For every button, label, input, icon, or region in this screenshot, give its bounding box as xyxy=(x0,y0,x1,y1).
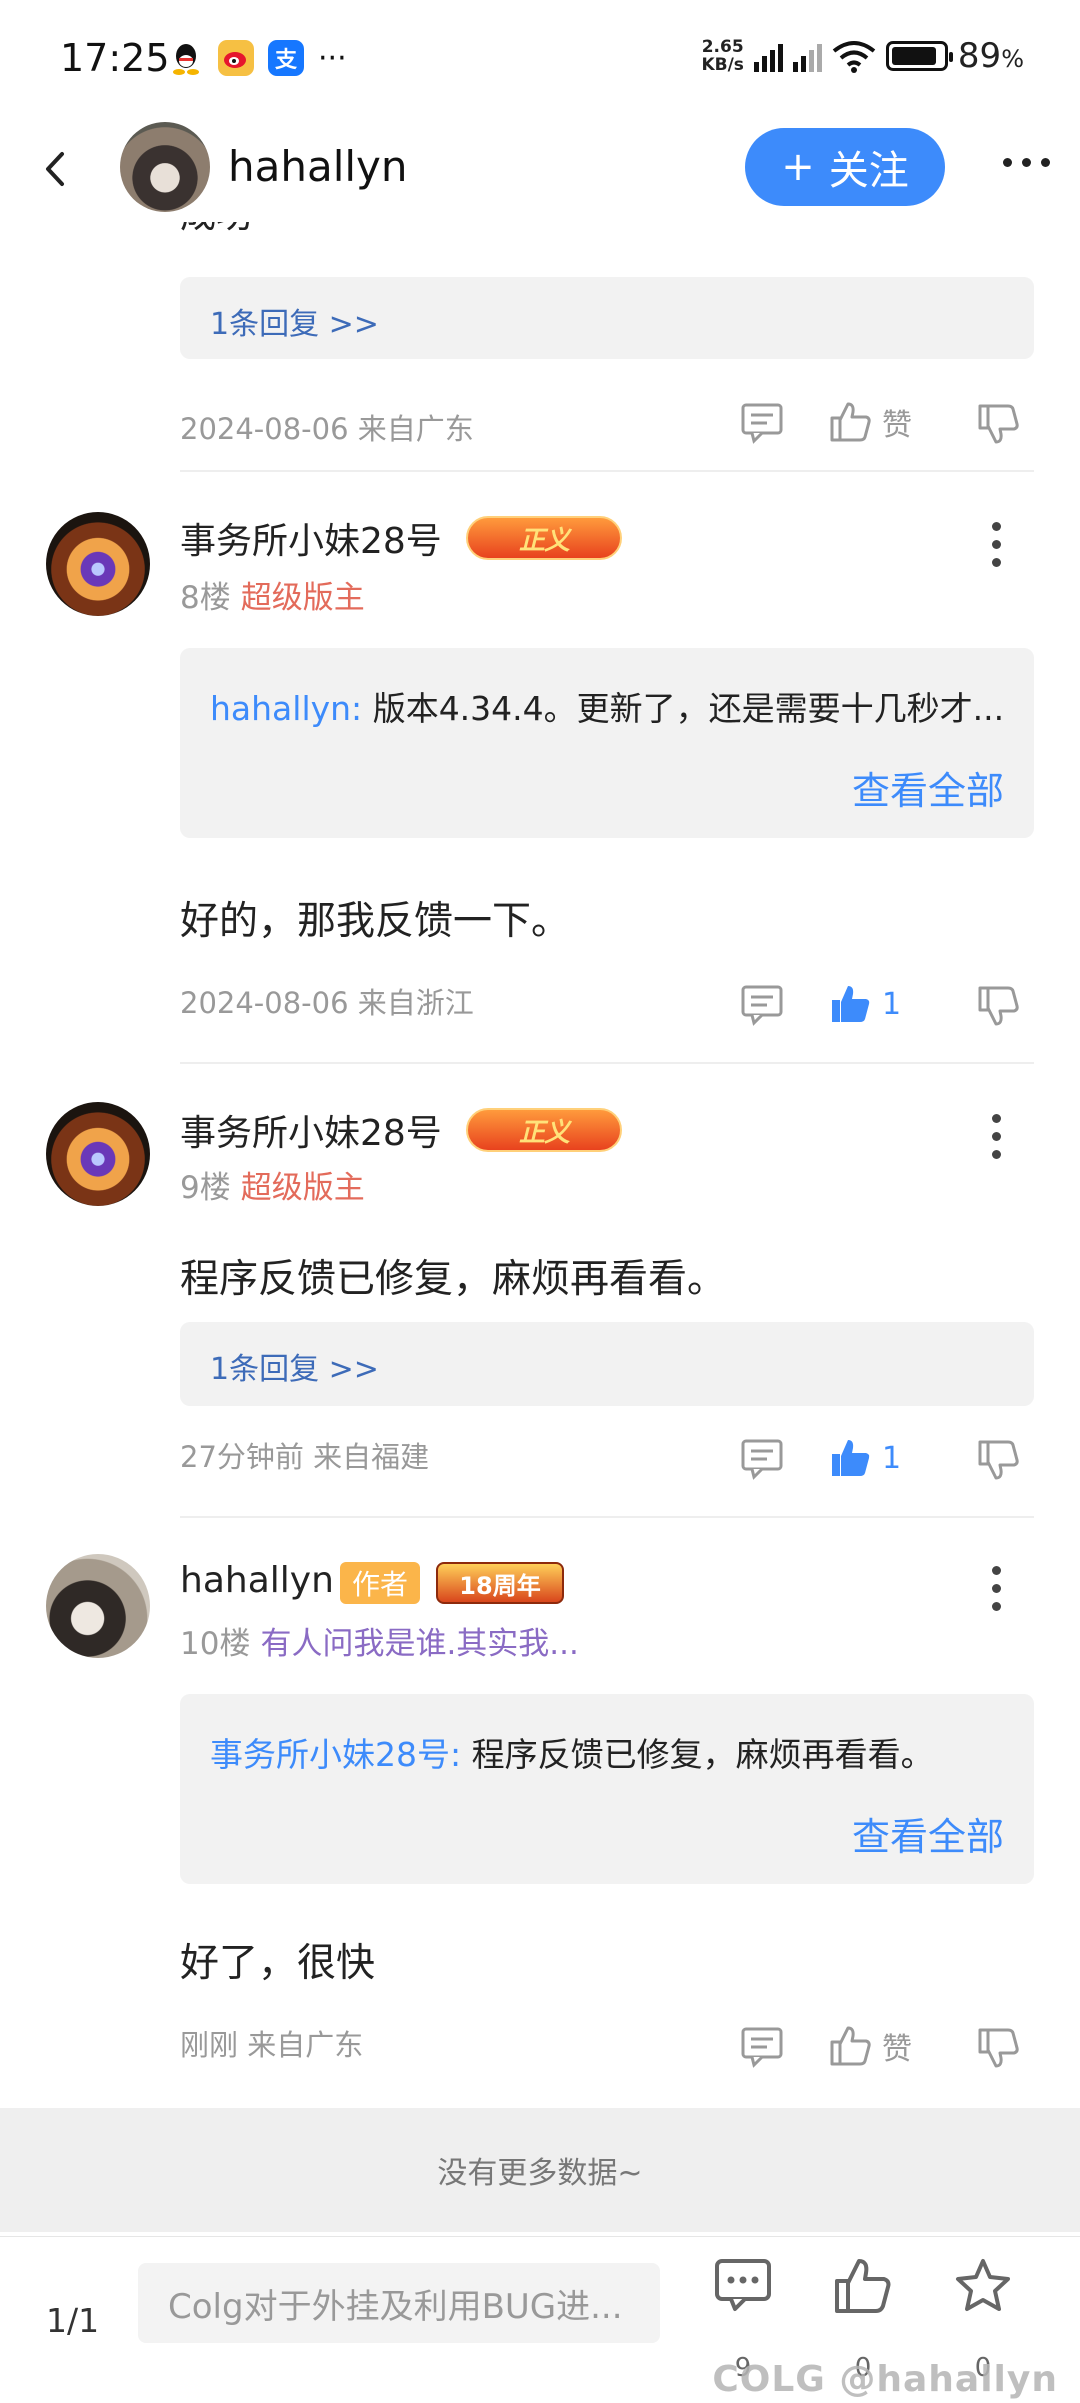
thumbs-down-icon xyxy=(978,2028,1019,2068)
thumbs-up-icon xyxy=(830,2026,871,2066)
net-speed: 2.65 KB/s xyxy=(701,37,744,75)
comment-icon[interactable] xyxy=(740,1438,784,1480)
avatar[interactable] xyxy=(46,1554,150,1658)
quote-box[interactable]: 事务所小妹28号: 程序反馈已修复，麻烦再看看。 查看全部 xyxy=(180,1694,1034,1884)
signal-icon xyxy=(753,40,783,72)
floor-info: 9楼 超级版主 xyxy=(180,1170,365,1206)
reply-count-link[interactable]: 1条回复 >> xyxy=(210,299,379,343)
dislike-button[interactable] xyxy=(976,984,1020,1028)
anniversary-badge: 18周年 xyxy=(436,1562,564,1604)
top-header: hahallyn + 关注 xyxy=(0,118,1080,222)
quote-text: 版本4.34.4。更新了，还是需要十几秒才... xyxy=(372,689,1005,728)
kebab-icon[interactable] xyxy=(992,1114,1004,1159)
username[interactable]: 事务所小妹28号 xyxy=(180,1104,442,1156)
quote-box[interactable]: hahallyn: 版本4.34.4。更新了，还是需要十几秒才... 查看全部 xyxy=(180,648,1034,838)
divider xyxy=(180,470,1034,472)
no-more-data: 没有更多数据~ xyxy=(0,2108,1080,2232)
rank-badge: 正义 xyxy=(466,516,622,560)
kebab-icon[interactable] xyxy=(992,1566,1004,1611)
kebab-icon[interactable] xyxy=(992,522,1004,567)
dislike-button[interactable] xyxy=(976,402,1020,446)
header-username[interactable]: hahallyn xyxy=(228,142,408,191)
status-right: 2.65 KB/s 89% xyxy=(701,36,1024,76)
follow-button[interactable]: + 关注 xyxy=(745,128,945,206)
signal-icon xyxy=(792,40,822,72)
battery-icon xyxy=(885,41,953,71)
battery-level: 89% xyxy=(957,36,1024,76)
status-notification-icons: 支 ··· xyxy=(168,40,347,76)
rank-badge: 正义 xyxy=(466,1108,622,1152)
header-avatar[interactable] xyxy=(120,122,210,212)
view-all-link[interactable]: 查看全部 xyxy=(852,760,1004,815)
comment-icon[interactable] xyxy=(740,2026,784,2068)
quote-user[interactable]: hahallyn: xyxy=(210,689,362,728)
plus-icon: + xyxy=(781,144,815,190)
like-button[interactable]: 1 xyxy=(828,982,901,1026)
reply-count-link[interactable]: 1条回复 >> xyxy=(210,1344,379,1388)
status-time: 17:25 xyxy=(60,36,170,80)
post-meta: 2024-08-06 来自浙江 xyxy=(180,986,474,1020)
floor-info: 8楼 超级版主 xyxy=(180,580,365,616)
post-meta: 刚刚 来自广东 xyxy=(180,2028,364,2062)
comment-input[interactable]: Colg对于外挂及利用BUG进... xyxy=(138,2263,660,2343)
thumbs-up-icon[interactable] xyxy=(828,2257,898,2319)
dislike-button[interactable] xyxy=(976,1438,1020,1482)
like-button[interactable]: 1 xyxy=(828,1436,901,1480)
reply-box[interactable]: 1条回复 >> xyxy=(180,1322,1034,1406)
comment-icon[interactable] xyxy=(708,2257,778,2317)
watermark: COLG @hahallyn xyxy=(712,2359,1058,2400)
thumbs-up-icon xyxy=(832,1440,870,1476)
post-body: 好的，那我反馈一下。 xyxy=(180,899,571,944)
like-button[interactable]: 赞 xyxy=(828,2024,912,2068)
post-meta: 2024-08-06 来自广东 xyxy=(180,412,474,446)
view-all-link[interactable]: 查看全部 xyxy=(852,1806,1004,1861)
more-icon[interactable] xyxy=(1003,158,1050,167)
reply-box[interactable]: 1条回复 >> xyxy=(180,277,1034,359)
thumbs-up-icon xyxy=(830,402,871,442)
alipay-icon: 支 xyxy=(268,40,304,76)
thumbs-down-icon xyxy=(978,986,1019,1026)
weibo-icon xyxy=(218,40,254,76)
status-bar: 17:25 支 ··· 2.65 KB/s 89% xyxy=(0,0,1080,120)
quote-text: 程序反馈已修复，麻烦再看看。 xyxy=(471,1735,934,1774)
divider xyxy=(180,1062,1034,1064)
avatar[interactable] xyxy=(46,512,150,616)
dislike-button[interactable] xyxy=(976,2026,1020,2070)
avatar[interactable] xyxy=(46,1102,150,1206)
like-button[interactable]: 赞 xyxy=(828,400,912,444)
username[interactable]: 事务所小妹28号 xyxy=(180,512,442,564)
thumbs-down-icon xyxy=(978,404,1019,444)
comment-icon[interactable] xyxy=(740,402,784,444)
wifi-icon xyxy=(832,41,876,73)
floor-info: 10楼 有人问我是谁.其实我... xyxy=(180,1626,579,1662)
post-body: 好了，很快 xyxy=(180,1941,376,1986)
author-badge: 作者 xyxy=(340,1562,420,1604)
bottom-bar: 1/1 Colg对于外挂及利用BUG进... 9 0 0 COLG @hahal… xyxy=(0,2236,1080,2403)
thumbs-up-icon xyxy=(832,986,870,1022)
star-icon[interactable] xyxy=(948,2257,1018,2319)
quote-user[interactable]: 事务所小妹28号: xyxy=(210,1735,461,1774)
back-arrow-icon[interactable] xyxy=(34,144,74,194)
divider xyxy=(180,1516,1034,1518)
more-notifications-icon: ··· xyxy=(318,40,347,76)
thumbs-down-icon xyxy=(978,1440,1019,1480)
post-meta: 27分钟前 来自福建 xyxy=(180,1440,430,1474)
comment-icon[interactable] xyxy=(740,984,784,1026)
page-indicator[interactable]: 1/1 xyxy=(46,2301,99,2340)
post-body: 程序反馈已修复，麻烦再看看。 xyxy=(180,1257,727,1302)
qq-icon xyxy=(168,40,204,76)
username[interactable]: hahallyn xyxy=(180,1560,334,1601)
